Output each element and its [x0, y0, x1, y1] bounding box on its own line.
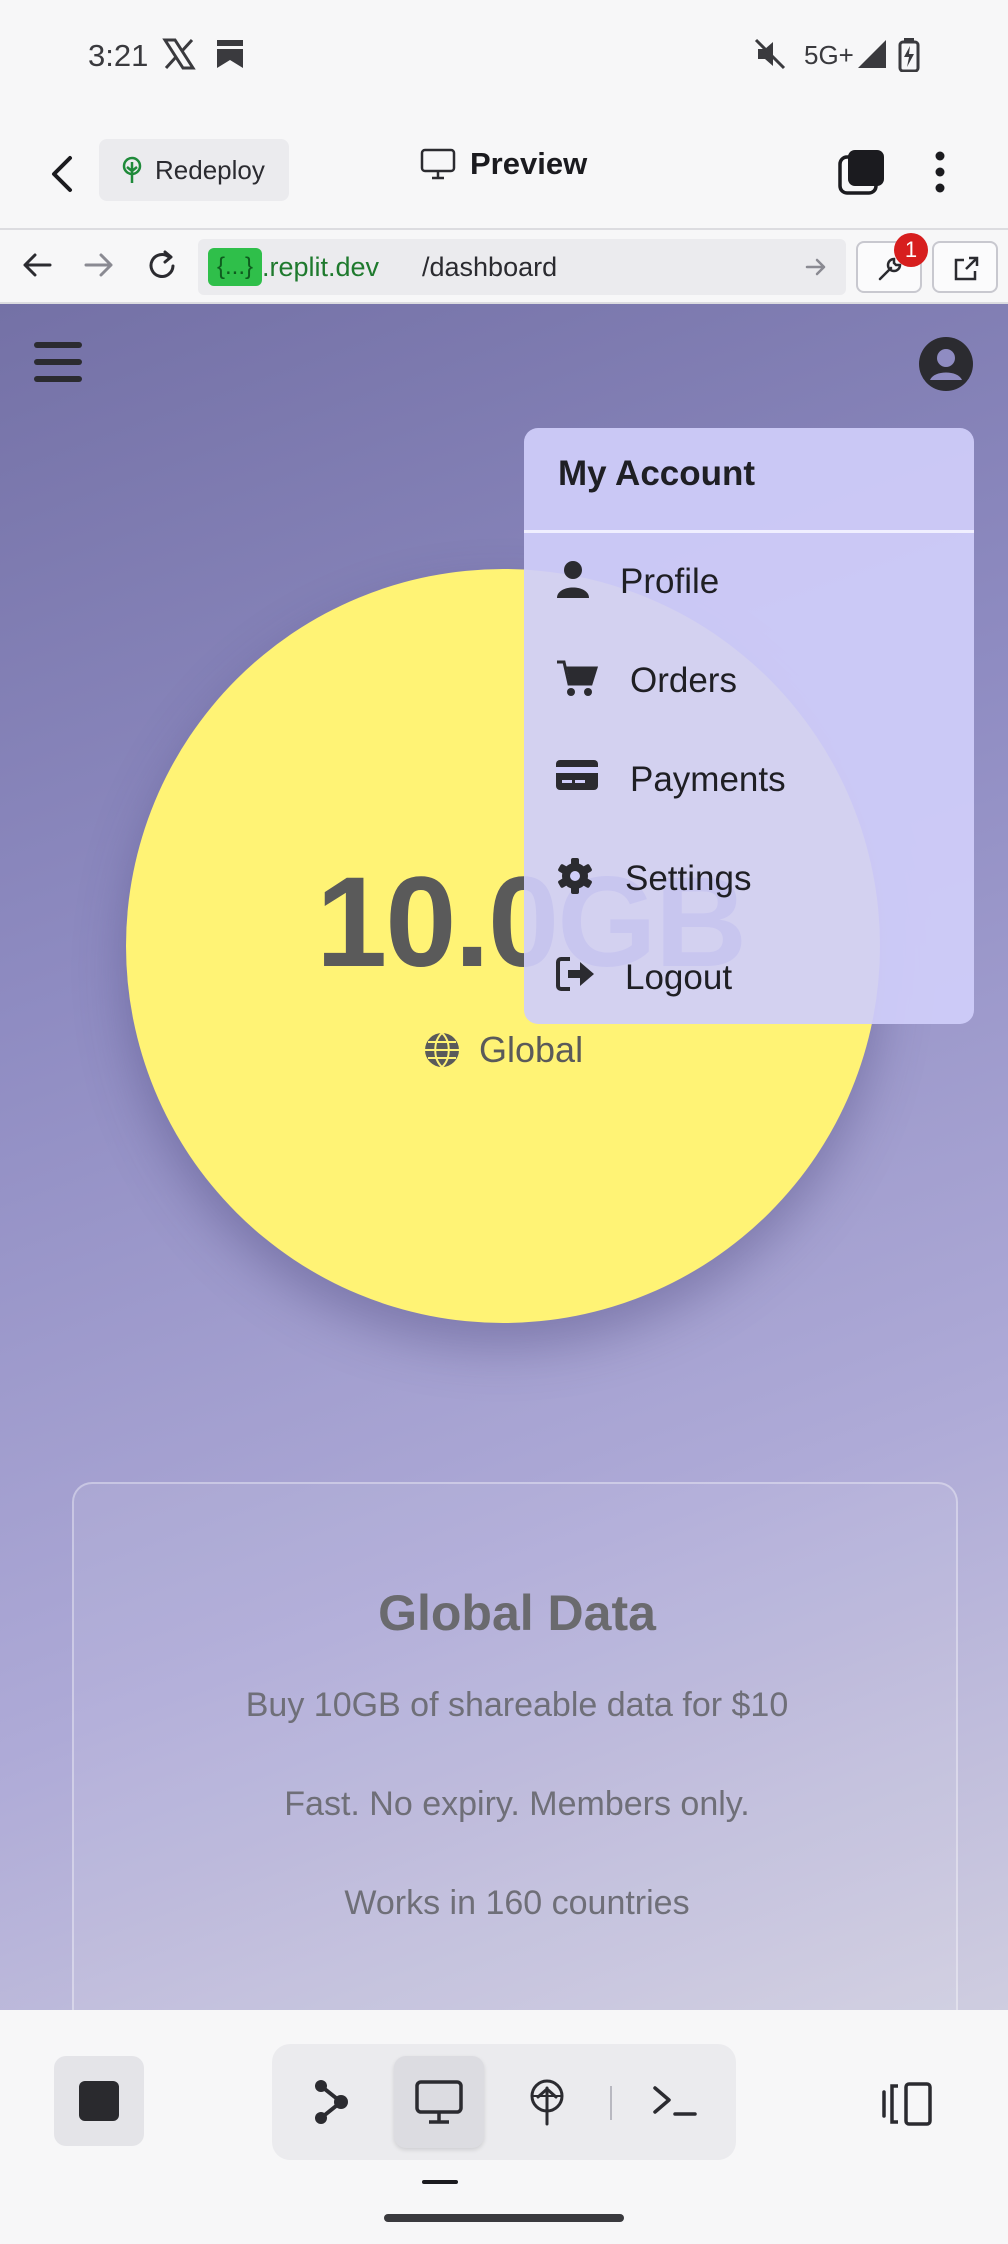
browser-back-icon[interactable]: [20, 248, 54, 282]
card-line: Fast. No expiry. Members only.: [284, 1785, 750, 1823]
gear-icon: [558, 858, 592, 894]
data-amount-value: 10.0: [316, 851, 559, 994]
menu-item-profile[interactable]: Profile: [524, 534, 974, 626]
terminal-icon: [653, 2086, 697, 2116]
external-link-icon: [954, 256, 979, 281]
reload-icon[interactable]: [144, 248, 180, 284]
tabs-icon[interactable]: [838, 148, 886, 196]
menu-item-label: Orders: [630, 661, 737, 700]
deploy-icon: [122, 156, 142, 183]
card-title: Global Data: [378, 1585, 656, 1641]
menu-item-payments[interactable]: Payments: [524, 732, 974, 824]
mute-icon: [754, 38, 786, 70]
bottom-toolbar: [0, 2010, 1008, 2244]
menu-item-orders[interactable]: Orders: [524, 633, 974, 725]
signal-icon: [858, 40, 886, 68]
browser-forward-icon[interactable]: [82, 248, 116, 282]
url-host: .replit.dev: [262, 252, 380, 282]
url-path: /dashboard: [422, 252, 558, 282]
menu-item-logout[interactable]: Logout: [524, 930, 974, 1022]
segment-divider: [610, 2086, 612, 2120]
status-time: 3:21: [88, 38, 149, 73]
repl-badge: {...}: [208, 248, 262, 286]
devtools-button[interactable]: 1: [856, 233, 928, 293]
region-indicator: Global: [423, 1029, 583, 1071]
menu-header: My Account: [558, 454, 756, 493]
hamburger-menu-icon[interactable]: [34, 340, 82, 384]
monitor-icon: [420, 148, 456, 180]
split-view-icon[interactable]: [880, 2080, 936, 2128]
x-icon: [162, 38, 196, 70]
monitor-icon: [415, 2080, 463, 2124]
preview-tab[interactable]: [394, 2056, 484, 2148]
redeploy-label: Redeploy: [155, 155, 265, 185]
shell-tab[interactable]: [630, 2056, 720, 2148]
preview-label: Preview: [470, 146, 588, 181]
card-line: Buy 10GB of shareable data for $10: [245, 1686, 789, 1724]
card-line: Works in 160 countries: [344, 1884, 690, 1922]
network-label: 5G+: [804, 40, 854, 70]
menu-item-label: Payments: [630, 760, 786, 799]
url-field[interactable]: {...} .replit.dev /dashboard: [198, 239, 846, 295]
region-label: Global: [479, 1029, 584, 1070]
app-bar: Redeploy Preview: [0, 118, 1008, 230]
global-data-card: Global Data Buy 10GB of shareable data f…: [72, 1482, 958, 2010]
battery-charging-icon: [898, 38, 920, 72]
redeploy-button[interactable]: Redeploy: [99, 139, 289, 201]
menu-item-label: Settings: [625, 859, 752, 898]
nodes-icon: [315, 2080, 348, 2124]
deployments-tab[interactable]: [502, 2056, 592, 2148]
open-external-button[interactable]: [932, 241, 998, 293]
preview-title: Preview: [420, 146, 587, 182]
logout-icon: [556, 957, 594, 991]
more-options-icon[interactable]: [928, 148, 952, 196]
menu-item-label: Profile: [620, 562, 720, 601]
cart-icon: [557, 660, 598, 696]
go-arrow-icon[interactable]: [804, 255, 828, 279]
browser-url-bar: {...} .replit.dev /dashboard 1: [0, 228, 1008, 304]
menu-divider: [524, 530, 974, 533]
stop-button[interactable]: [54, 2056, 144, 2146]
view-switcher: [272, 2044, 736, 2160]
globe-icon: [425, 1032, 459, 1068]
workflow-tab[interactable]: [286, 2056, 376, 2148]
account-dropdown-menu: My Account Profile Orders Payments Setti…: [524, 428, 974, 1024]
user-icon: [557, 561, 589, 598]
status-bar: 3:21 5G+: [0, 0, 1008, 118]
back-arrow-icon[interactable]: [42, 152, 86, 196]
devtools-badge: 1: [894, 233, 928, 267]
active-tab-indicator: [422, 2180, 458, 2184]
menu-item-label: Logout: [625, 958, 733, 997]
credit-card-icon: [556, 760, 598, 790]
web-page: 10.0GB Global Global Data Buy 10GB of sh…: [0, 304, 1008, 2010]
bookmark-icon: [217, 40, 243, 68]
deploy-icon: [530, 2079, 564, 2126]
home-indicator: [384, 2214, 624, 2222]
stop-icon: [79, 2081, 119, 2121]
account-icon[interactable]: [918, 336, 974, 392]
menu-item-settings[interactable]: Settings: [524, 831, 974, 923]
